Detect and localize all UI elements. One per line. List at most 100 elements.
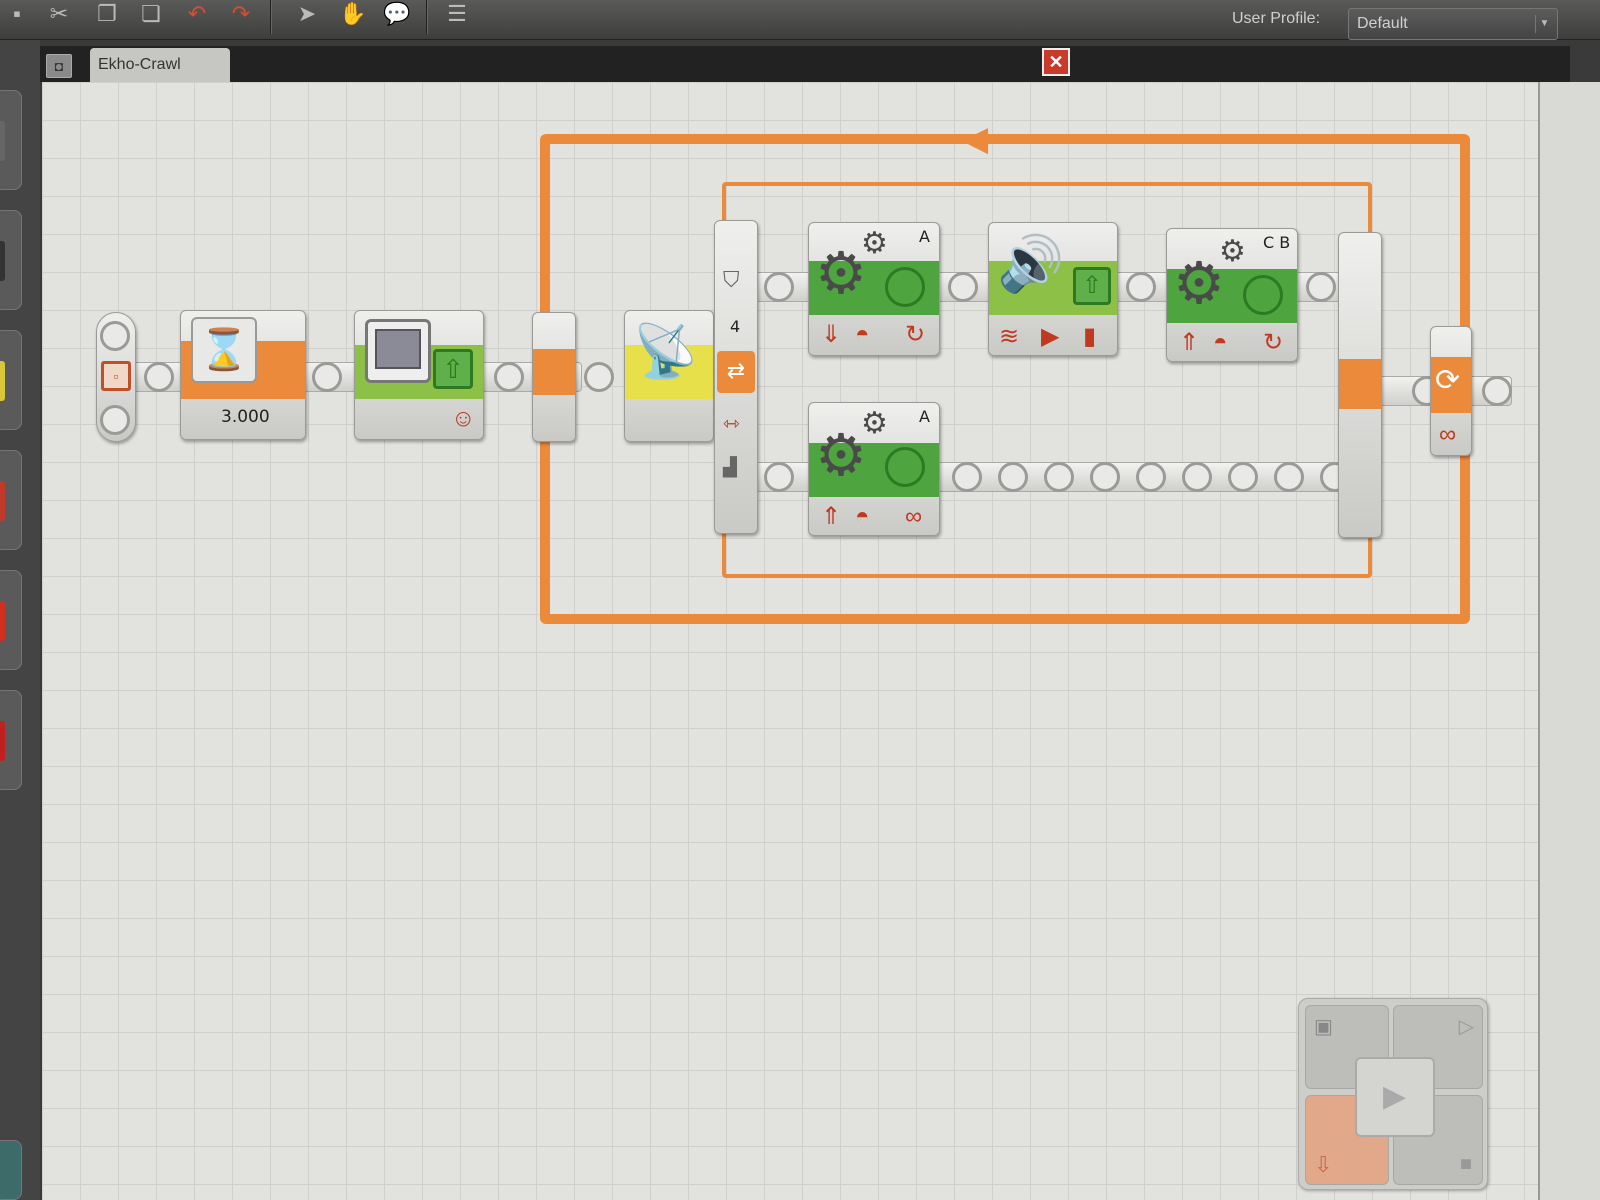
- display-block[interactable]: ⇧ ☺: [354, 310, 484, 440]
- partial-icon[interactable]: ▪: [0, 0, 34, 30]
- power-icon: ◓: [1213, 329, 1228, 356]
- program-canvas[interactable]: ▫ ⌛ 3.000 ⇧ ☺ ◀ 📡 ⛉ 4 ⇄ ⇿ ▟ A ⚙ ⚙ ⇓ ◓ ↻ …: [42, 82, 1538, 1200]
- beam-node: [1306, 272, 1336, 302]
- switch-end-band: [1339, 359, 1381, 409]
- range-icon: ▟: [723, 457, 737, 477]
- upload-icon: ⇧: [433, 349, 473, 389]
- comment-icon[interactable]: 💬: [380, 0, 414, 30]
- loop-end-block[interactable]: ⟳ ∞: [1430, 326, 1472, 456]
- user-profile-label: User Profile:: [1232, 10, 1321, 27]
- run-selected-button[interactable]: ▶: [1355, 1057, 1435, 1137]
- loop-icon: ⟳: [1435, 364, 1461, 397]
- play-icon: ▶: [1041, 323, 1060, 350]
- redo-icon[interactable]: ↷: [224, 0, 258, 30]
- motor-port-icon: [1243, 275, 1283, 315]
- start-node: [100, 321, 130, 351]
- play-icon: ▷: [1458, 1016, 1474, 1038]
- block-palette: [0, 40, 40, 1200]
- tab-ekho-crawl[interactable]: Ekho-Crawl: [90, 48, 230, 82]
- upload-icon: ⇧: [1073, 267, 1111, 305]
- loop-start[interactable]: [532, 312, 576, 442]
- nxt-icon: ▣: [1314, 1016, 1333, 1038]
- tab-title: Ekho-Crawl: [98, 56, 181, 73]
- switch-fork-icon: ⇄: [717, 351, 755, 393]
- palette-item[interactable]: [0, 90, 22, 190]
- chevron-down-icon[interactable]: ▼: [1535, 15, 1553, 33]
- arrow-up-icon: ⇑: [821, 503, 842, 530]
- switch-block[interactable]: ⛉ 4 ⇄ ⇿ ▟: [714, 220, 758, 534]
- copy-icon[interactable]: ❐: [90, 0, 124, 30]
- motor-block-a-lower[interactable]: A ⚙ ⚙ ⇑ ◓ ∞: [808, 402, 940, 536]
- wait-value: 3.000: [221, 407, 270, 427]
- gear-icon: ⚙: [861, 407, 888, 440]
- user-profile-select[interactable]: Default ▼: [1348, 8, 1558, 40]
- gear-icon: ⚙: [815, 241, 867, 306]
- close-icon[interactable]: ✕: [1042, 48, 1070, 76]
- rotation-icon: ↻: [905, 321, 926, 348]
- start-node: [100, 405, 130, 435]
- palette-item[interactable]: [0, 690, 22, 790]
- paste-icon[interactable]: ❏: [134, 0, 168, 30]
- motor-block-cb[interactable]: C B ⚙ ⚙ ⇑ ◓ ↻: [1166, 228, 1298, 362]
- speaker-icon: 🔊: [997, 234, 1065, 294]
- custom-palette-icon[interactable]: ☰: [440, 0, 474, 30]
- cut-icon[interactable]: ✂: [42, 0, 76, 30]
- infinity-icon: ∞: [1439, 421, 1457, 448]
- gear-icon: ⚙: [861, 227, 888, 260]
- loop-arrow-icon: ◀: [962, 120, 989, 158]
- beam-node: [764, 272, 794, 302]
- tab-strip: ◘ Ekho-Crawl ✕: [40, 46, 1570, 82]
- arrow-up-icon: ⇑: [1179, 329, 1200, 356]
- palette-item[interactable]: [0, 210, 22, 310]
- sound-block[interactable]: 🔊 ⇧ ≋ ▶ ▮: [988, 222, 1118, 356]
- palette-item[interactable]: [0, 570, 22, 670]
- ultrasonic-sensor-block[interactable]: 📡: [624, 310, 714, 442]
- beam-node: [1126, 272, 1156, 302]
- sensor-small-icon: ⛉: [723, 267, 740, 292]
- power-icon: ◓: [855, 503, 870, 530]
- pan-icon[interactable]: ✋: [336, 0, 370, 30]
- motor-block-a[interactable]: A ⚙ ⚙ ⇓ ◓ ↻: [808, 222, 940, 356]
- infinity-icon: ∞: [905, 503, 923, 530]
- beam-node: [144, 362, 174, 392]
- switch-case-label: 4: [730, 317, 741, 336]
- power-icon: ◓: [855, 321, 870, 348]
- volume-icon: ▮: [1083, 323, 1097, 350]
- toolbar-separator: [426, 0, 428, 34]
- pointer-icon[interactable]: ➤: [290, 0, 324, 30]
- motor-port-icon: [885, 447, 925, 487]
- start-icon: ▫: [101, 361, 131, 391]
- waveform-icon: ≋: [999, 323, 1020, 350]
- play-icon: ▶: [1383, 1080, 1407, 1113]
- motor-port-icon: [885, 267, 925, 307]
- toolbar-separator: [270, 0, 272, 34]
- gear-icon: ⚙: [1173, 251, 1225, 316]
- gear-icon: ⚙: [1219, 235, 1246, 268]
- motor-port-label: A: [919, 407, 930, 426]
- user-profile-value: Default: [1357, 15, 1408, 32]
- start-point[interactable]: ▫: [96, 312, 136, 442]
- right-panel-edge: [1538, 82, 1600, 1200]
- undo-icon[interactable]: ↶: [180, 0, 214, 30]
- loop-start-band: [533, 349, 575, 395]
- palette-item[interactable]: [0, 330, 22, 430]
- motor-port-label: A: [919, 227, 930, 246]
- beam-node: [584, 362, 614, 392]
- program-icon[interactable]: ◘: [46, 54, 72, 78]
- arrow-down-icon: ⇓: [821, 321, 842, 348]
- palette-item[interactable]: [0, 450, 22, 550]
- compare-icon: ⇿: [723, 413, 740, 435]
- wait-time-block[interactable]: ⌛ 3.000: [180, 310, 306, 440]
- beam-node: [948, 272, 978, 302]
- beam-node: [312, 362, 342, 392]
- hourglass-icon: ⌛: [191, 317, 257, 383]
- gear-icon: ⚙: [815, 423, 867, 488]
- palette-item[interactable]: [0, 1140, 22, 1200]
- motor-port-label: C B: [1263, 233, 1291, 252]
- toolbar: ▪ ✂ ❐ ❏ ↶ ↷ ➤ ✋ 💬 ☰ User Profile: Defaul…: [0, 0, 1600, 40]
- smiley-icon: ☺: [451, 405, 476, 432]
- stop-icon: ■: [1459, 1153, 1472, 1175]
- switch-end[interactable]: [1338, 232, 1382, 538]
- beam-node: [1482, 376, 1512, 406]
- rotation-icon: ↻: [1263, 329, 1284, 356]
